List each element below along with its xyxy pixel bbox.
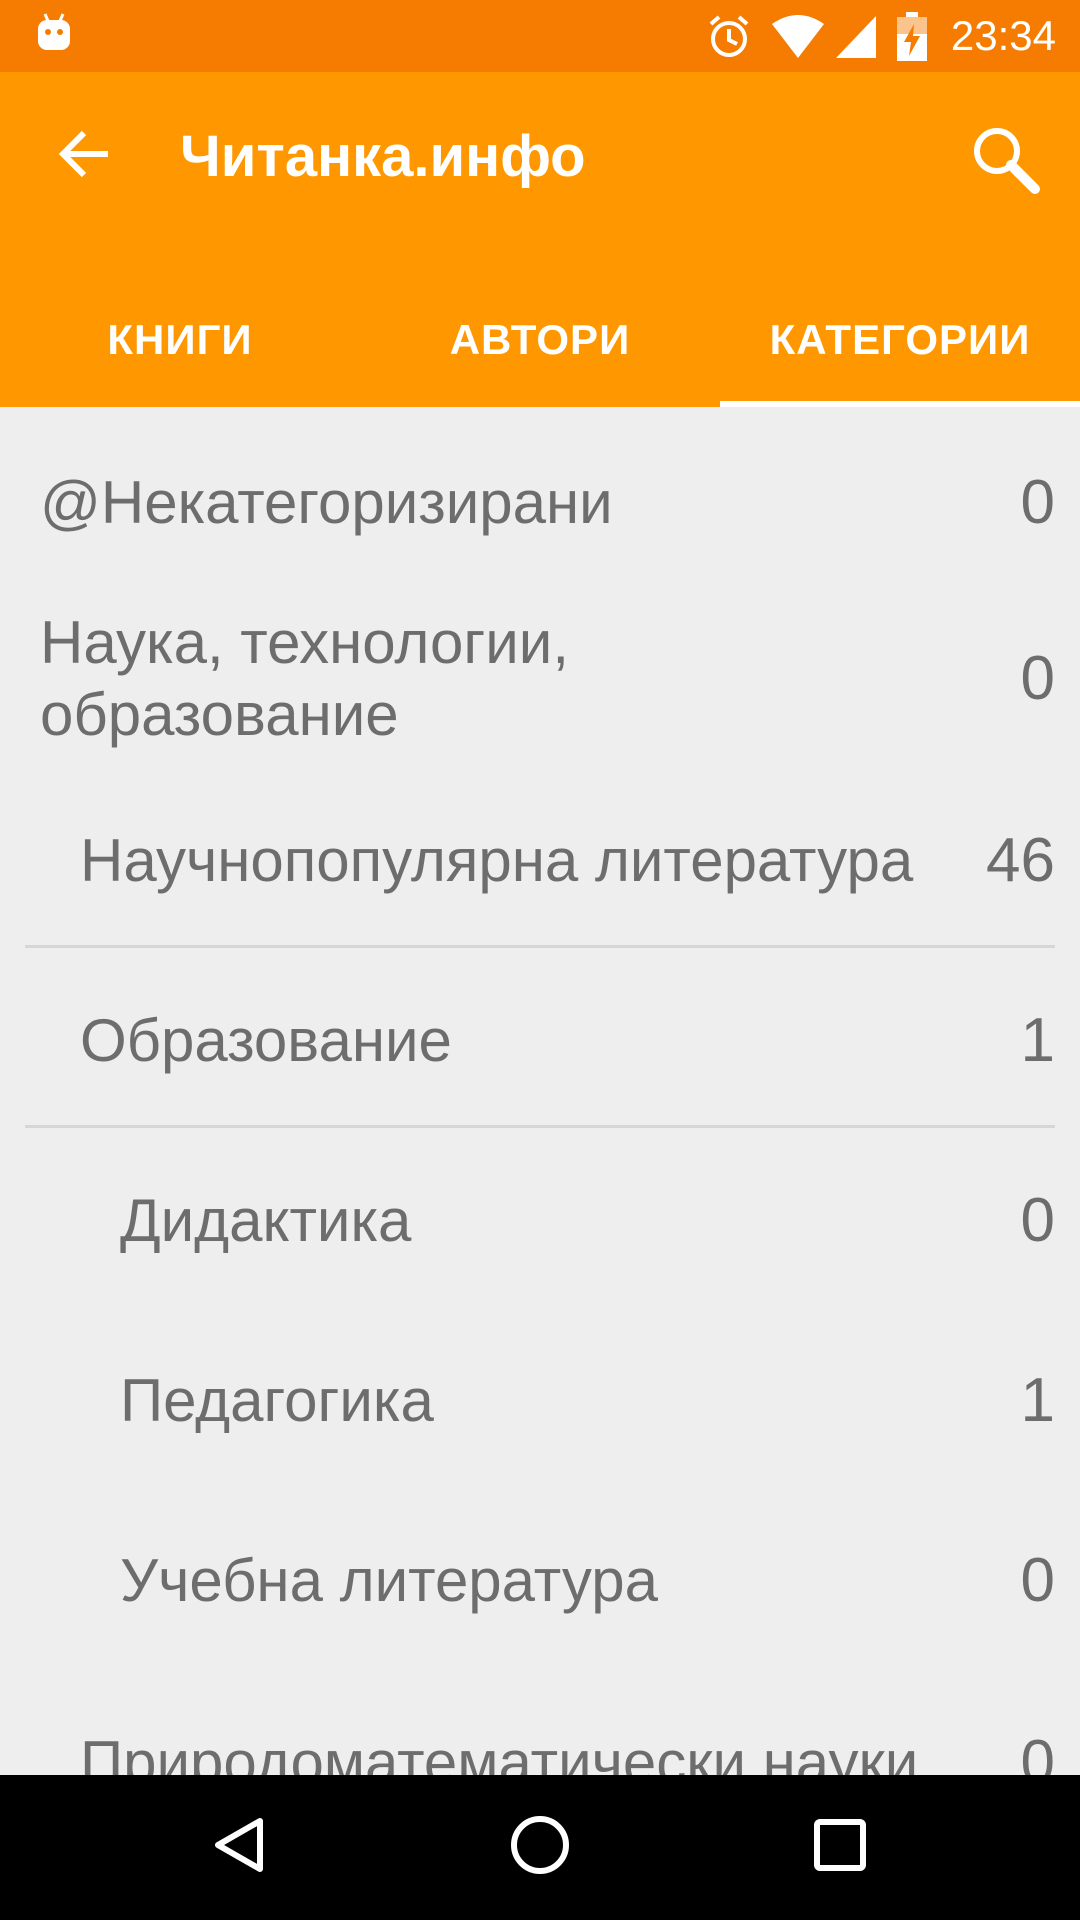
navigation-bar [0, 1775, 1080, 1920]
wifi-icon [770, 14, 826, 65]
category-list: @Некатегоризирани 0 Наука, технологии, о… [0, 407, 1080, 1775]
category-count: 0 [1020, 468, 1055, 537]
category-count: 0 [1020, 1546, 1055, 1615]
category-count: 0 [1020, 1728, 1055, 1775]
app-title: Читанка.инфо [180, 124, 586, 189]
category-item[interactable]: Научнопопулярна литература 46 [0, 825, 1080, 925]
divider [25, 1125, 1055, 1128]
category-label: Природоматематически науки [80, 1729, 919, 1775]
arrow-back-icon [58, 130, 110, 183]
tab-books[interactable]: КНИГИ [0, 272, 360, 407]
category-label: @Некатегоризирани [40, 469, 613, 536]
category-item[interactable]: Образование 1 [0, 1005, 1080, 1105]
category-item[interactable]: Природоматематически науки 0 [0, 1727, 1080, 1775]
android-notification-icon [36, 12, 72, 57]
category-label: Научнопопулярна литература [80, 827, 914, 894]
category-count: 0 [1020, 1186, 1055, 1255]
category-item[interactable]: Педагогика 1 [0, 1365, 1080, 1465]
category-item[interactable]: Дидактика 0 [0, 1185, 1080, 1285]
category-count: 1 [1020, 1006, 1055, 1075]
battery-charging-icon [896, 12, 928, 67]
category-label: Наука, технологии, образование [40, 609, 569, 748]
divider [25, 945, 1055, 948]
category-count: 0 [1020, 644, 1055, 713]
category-label: Образование [80, 1007, 452, 1074]
back-triangle-icon [210, 1815, 270, 1880]
home-circle-icon [509, 1814, 571, 1881]
alarm-icon [706, 14, 752, 65]
app-bar: Читанка.инфо КНИГИ АВТОРИ КАТЕГОРИИ [0, 72, 1080, 407]
search-button[interactable] [960, 116, 1050, 206]
category-item[interactable]: Наука, технологии, образование 0 [0, 607, 1080, 757]
signal-icon [834, 14, 878, 65]
search-icon [969, 123, 1041, 200]
tab-categories[interactable]: КАТЕГОРИИ [720, 272, 1080, 407]
tab-bar: КНИГИ АВТОРИ КАТЕГОРИИ [0, 272, 1080, 407]
category-count: 1 [1020, 1366, 1055, 1435]
category-item[interactable]: Учебна литература 0 [0, 1545, 1080, 1645]
back-button[interactable] [44, 116, 124, 196]
recents-square-icon [813, 1818, 867, 1877]
category-label: Учебна литература [120, 1547, 658, 1614]
tab-authors[interactable]: АВТОРИ [360, 272, 720, 407]
category-item[interactable]: @Некатегоризирани 0 [0, 467, 1080, 567]
category-label: Дидактика [120, 1187, 412, 1254]
category-label: Педагогика [120, 1367, 434, 1434]
status-bar: 23:34 [0, 0, 1080, 72]
status-time: 23:34 [950, 12, 1056, 59]
nav-home-button[interactable] [500, 1807, 580, 1887]
nav-back-button[interactable] [200, 1807, 280, 1887]
nav-recents-button[interactable] [800, 1807, 880, 1887]
category-count: 46 [986, 826, 1055, 895]
